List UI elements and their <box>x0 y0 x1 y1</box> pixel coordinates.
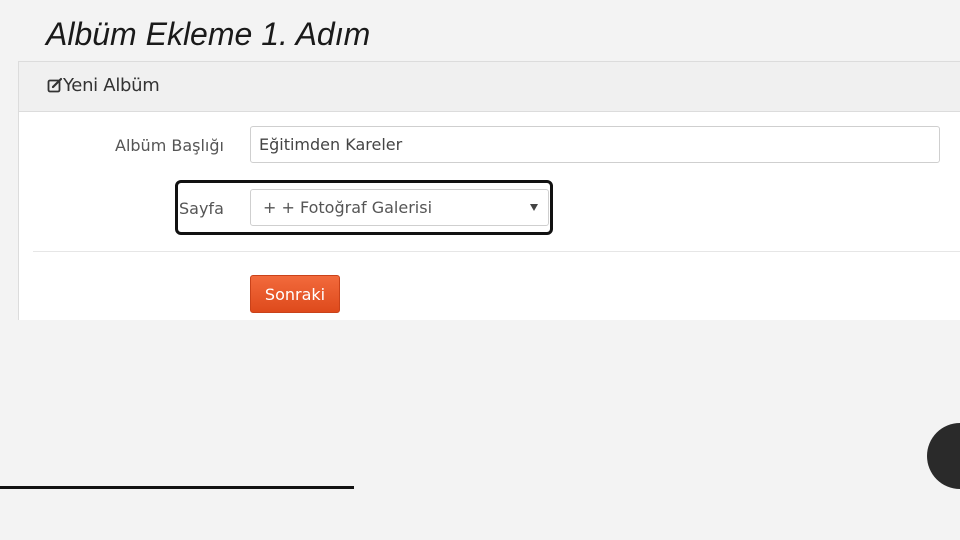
form-divider <box>33 251 960 252</box>
panel-header: Yeni Albüm <box>19 62 960 112</box>
album-form-panel: Yeni Albüm Albüm Başlığı Sayfa + + Fotoğ… <box>18 61 960 320</box>
album-title-input[interactable] <box>250 126 940 163</box>
panel-title: Yeni Albüm <box>63 75 160 96</box>
edit-icon <box>47 77 63 93</box>
slide-bottom-rule <box>0 486 354 489</box>
next-button[interactable]: Sonraki <box>250 275 340 313</box>
highlight-annotation <box>175 180 553 235</box>
corner-decoration <box>927 423 960 489</box>
album-title-label: Albüm Başlığı <box>115 136 224 155</box>
slide-title: Albüm Ekleme 1. Adım <box>46 16 371 52</box>
